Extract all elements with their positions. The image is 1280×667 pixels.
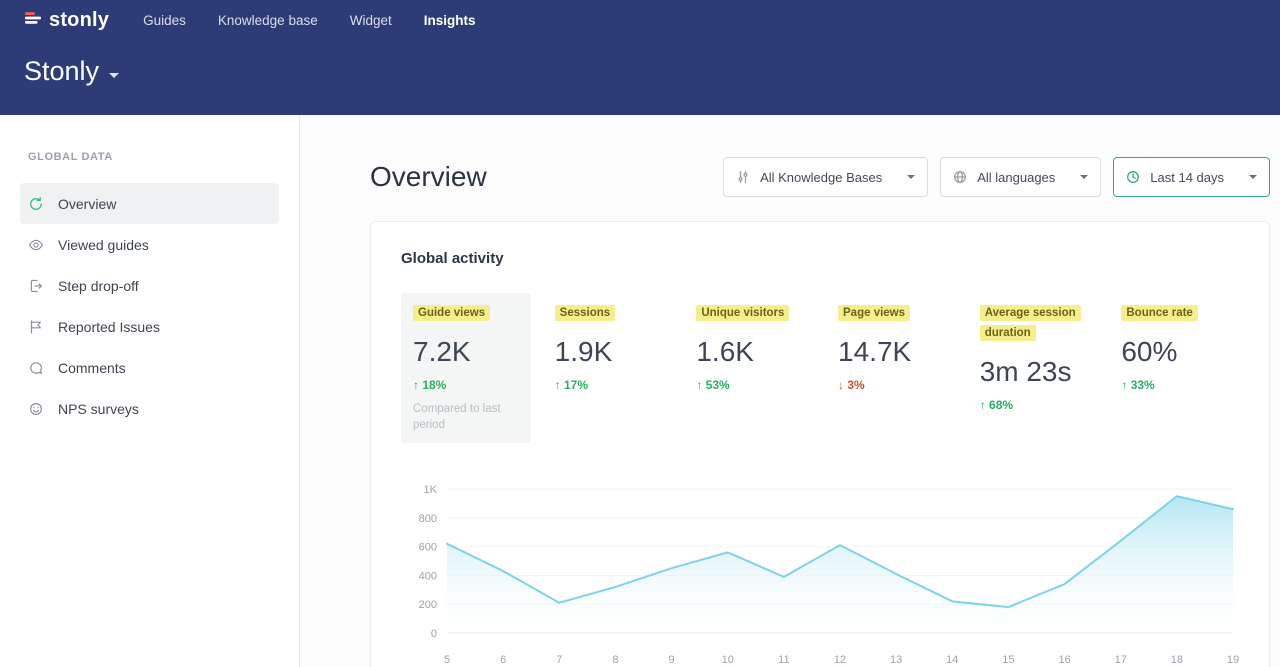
metric-sessions[interactable]: Sessions 1.9K ↑ 17% (543, 293, 673, 402)
sliders-icon (736, 170, 751, 185)
metric-page-views[interactable]: Page views 14.7K ↓ 3% (826, 293, 956, 402)
eye-icon (28, 237, 44, 253)
metric-change: ↑ 33% (1121, 378, 1227, 392)
svg-text:600: 600 (419, 542, 437, 554)
workspace-title: Stonly (24, 56, 99, 87)
metric-guide-views[interactable]: Guide views 7.2K ↑ 18% Compared to last … (401, 293, 531, 443)
svg-text:800: 800 (419, 513, 437, 525)
svg-text:8: 8 (612, 654, 618, 666)
flag-icon (28, 319, 44, 335)
sidebar-item-label: Viewed guides (58, 237, 149, 253)
metric-label: Page views (838, 305, 910, 321)
nav-item-knowledge-base[interactable]: Knowledge base (218, 13, 318, 28)
sidebar-item-step-drop-off[interactable]: Step drop-off (20, 265, 279, 306)
sidebar-item-label: Comments (58, 360, 126, 376)
chevron-down-icon (1249, 175, 1257, 179)
chevron-down-icon (907, 175, 915, 179)
sidebar-item-nps-surveys[interactable]: NPS surveys (20, 388, 279, 429)
metrics-row: Guide views 7.2K ↑ 18% Compared to last … (401, 293, 1239, 443)
sidebar-item-comments[interactable]: Comments (20, 347, 279, 388)
filters: All Knowledge Bases All languages (723, 157, 1270, 197)
top-header: stonly Guides Knowledge base Widget Insi… (0, 0, 1280, 115)
nav-item-insights[interactable]: Insights (424, 13, 476, 28)
svg-text:10: 10 (722, 654, 734, 666)
metric-label: Sessions (555, 305, 616, 321)
metric-label: Average session duration (980, 305, 1081, 341)
metric-change: ↑ 18% (413, 378, 519, 392)
clock-icon (1126, 170, 1141, 185)
metric-label: Unique visitors (696, 305, 789, 321)
metric-unique-visitors[interactable]: Unique visitors 1.6K ↑ 53% (684, 293, 814, 402)
globe-icon (953, 170, 968, 185)
metric-change: ↓ 3% (838, 378, 944, 392)
metric-value: 60% (1121, 336, 1227, 368)
metric-value: 1.6K (696, 336, 802, 368)
activity-refresh-icon (28, 196, 44, 212)
metric-note: Compared to last period (413, 401, 519, 433)
metric-label: Guide views (413, 305, 490, 321)
nav-item-widget[interactable]: Widget (350, 13, 392, 28)
stonly-logo-icon (24, 9, 42, 32)
logo-text: stonly (49, 9, 109, 32)
nav-item-guides[interactable]: Guides (143, 13, 186, 28)
metric-value: 7.2K (413, 336, 519, 368)
date-range-dropdown[interactable]: Last 14 days (1113, 157, 1270, 197)
sidebar-item-label: Reported Issues (58, 319, 160, 335)
svg-text:7: 7 (556, 654, 562, 666)
card-title: Global activity (401, 250, 1239, 267)
metric-bounce-rate[interactable]: Bounce rate 60% ↑ 33% (1109, 293, 1239, 402)
smiley-icon (28, 401, 44, 417)
svg-text:400: 400 (419, 571, 437, 583)
stonly-logo[interactable]: stonly (24, 9, 109, 32)
metric-label: Bounce rate (1121, 305, 1197, 321)
top-nav: Guides Knowledge base Widget Insights (143, 13, 475, 28)
svg-text:9: 9 (669, 654, 675, 666)
svg-text:19: 19 (1227, 654, 1239, 666)
svg-text:5: 5 (444, 654, 450, 666)
global-activity-card: Global activity Guide views 7.2K ↑ 18% C… (370, 221, 1270, 667)
comment-bubble-icon (28, 360, 44, 376)
chevron-down-icon (1080, 175, 1088, 179)
sidebar-item-reported-issues[interactable]: Reported Issues (20, 306, 279, 347)
sidebar-item-label: Overview (58, 196, 116, 212)
metric-change: ↑ 53% (696, 378, 802, 392)
svg-text:200: 200 (419, 600, 437, 612)
sidebar: GLOBAL DATA Overview Viewed guides (0, 115, 300, 667)
languages-dropdown[interactable]: All languages (940, 157, 1101, 197)
metric-change: ↑ 17% (555, 378, 661, 392)
metric-change: ↑ 68% (980, 398, 1086, 412)
knowledge-bases-value: All Knowledge Bases (760, 170, 882, 185)
date-range-value: Last 14 days (1150, 170, 1224, 185)
svg-text:18: 18 (1171, 654, 1183, 666)
svg-text:14: 14 (946, 654, 958, 666)
activity-chart-wrap: 0 200 400 600 800 1K 5 6 7 8 9 10 11 12 13 14 15 16 17 18 19 (401, 475, 1239, 667)
sidebar-section-label: GLOBAL DATA (0, 151, 299, 163)
metric-value: 1.9K (555, 336, 661, 368)
svg-text:0: 0 (431, 628, 437, 640)
svg-text:16: 16 (1058, 654, 1070, 666)
sidebar-item-label: NPS surveys (58, 401, 139, 417)
chevron-down-icon (109, 73, 119, 78)
languages-value: All languages (977, 170, 1055, 185)
svg-text:17: 17 (1115, 654, 1127, 666)
knowledge-bases-dropdown[interactable]: All Knowledge Bases (723, 157, 928, 197)
svg-text:6: 6 (500, 654, 506, 666)
svg-text:13: 13 (890, 654, 902, 666)
metric-avg-session-duration[interactable]: Average session duration 3m 23s ↑ 68% (968, 293, 1098, 422)
svg-text:15: 15 (1002, 654, 1014, 666)
metric-value: 14.7K (838, 336, 944, 368)
sidebar-item-label: Step drop-off (58, 278, 139, 294)
page-title: Overview (370, 161, 487, 193)
main-content: Overview All Knowledge Bases (300, 115, 1280, 667)
step-dropoff-icon (28, 278, 44, 294)
workspace-selector[interactable]: Stonly (24, 56, 1280, 87)
activity-chart[interactable]: 0 200 400 600 800 1K 5 6 7 8 9 10 11 12 13 14 15 16 17 18 19 (401, 475, 1241, 667)
sidebar-item-overview[interactable]: Overview (20, 183, 279, 224)
svg-text:1K: 1K (424, 484, 438, 496)
svg-text:11: 11 (778, 654, 789, 666)
sidebar-item-viewed-guides[interactable]: Viewed guides (20, 224, 279, 265)
metric-value: 3m 23s (980, 356, 1086, 388)
svg-text:12: 12 (834, 654, 846, 666)
